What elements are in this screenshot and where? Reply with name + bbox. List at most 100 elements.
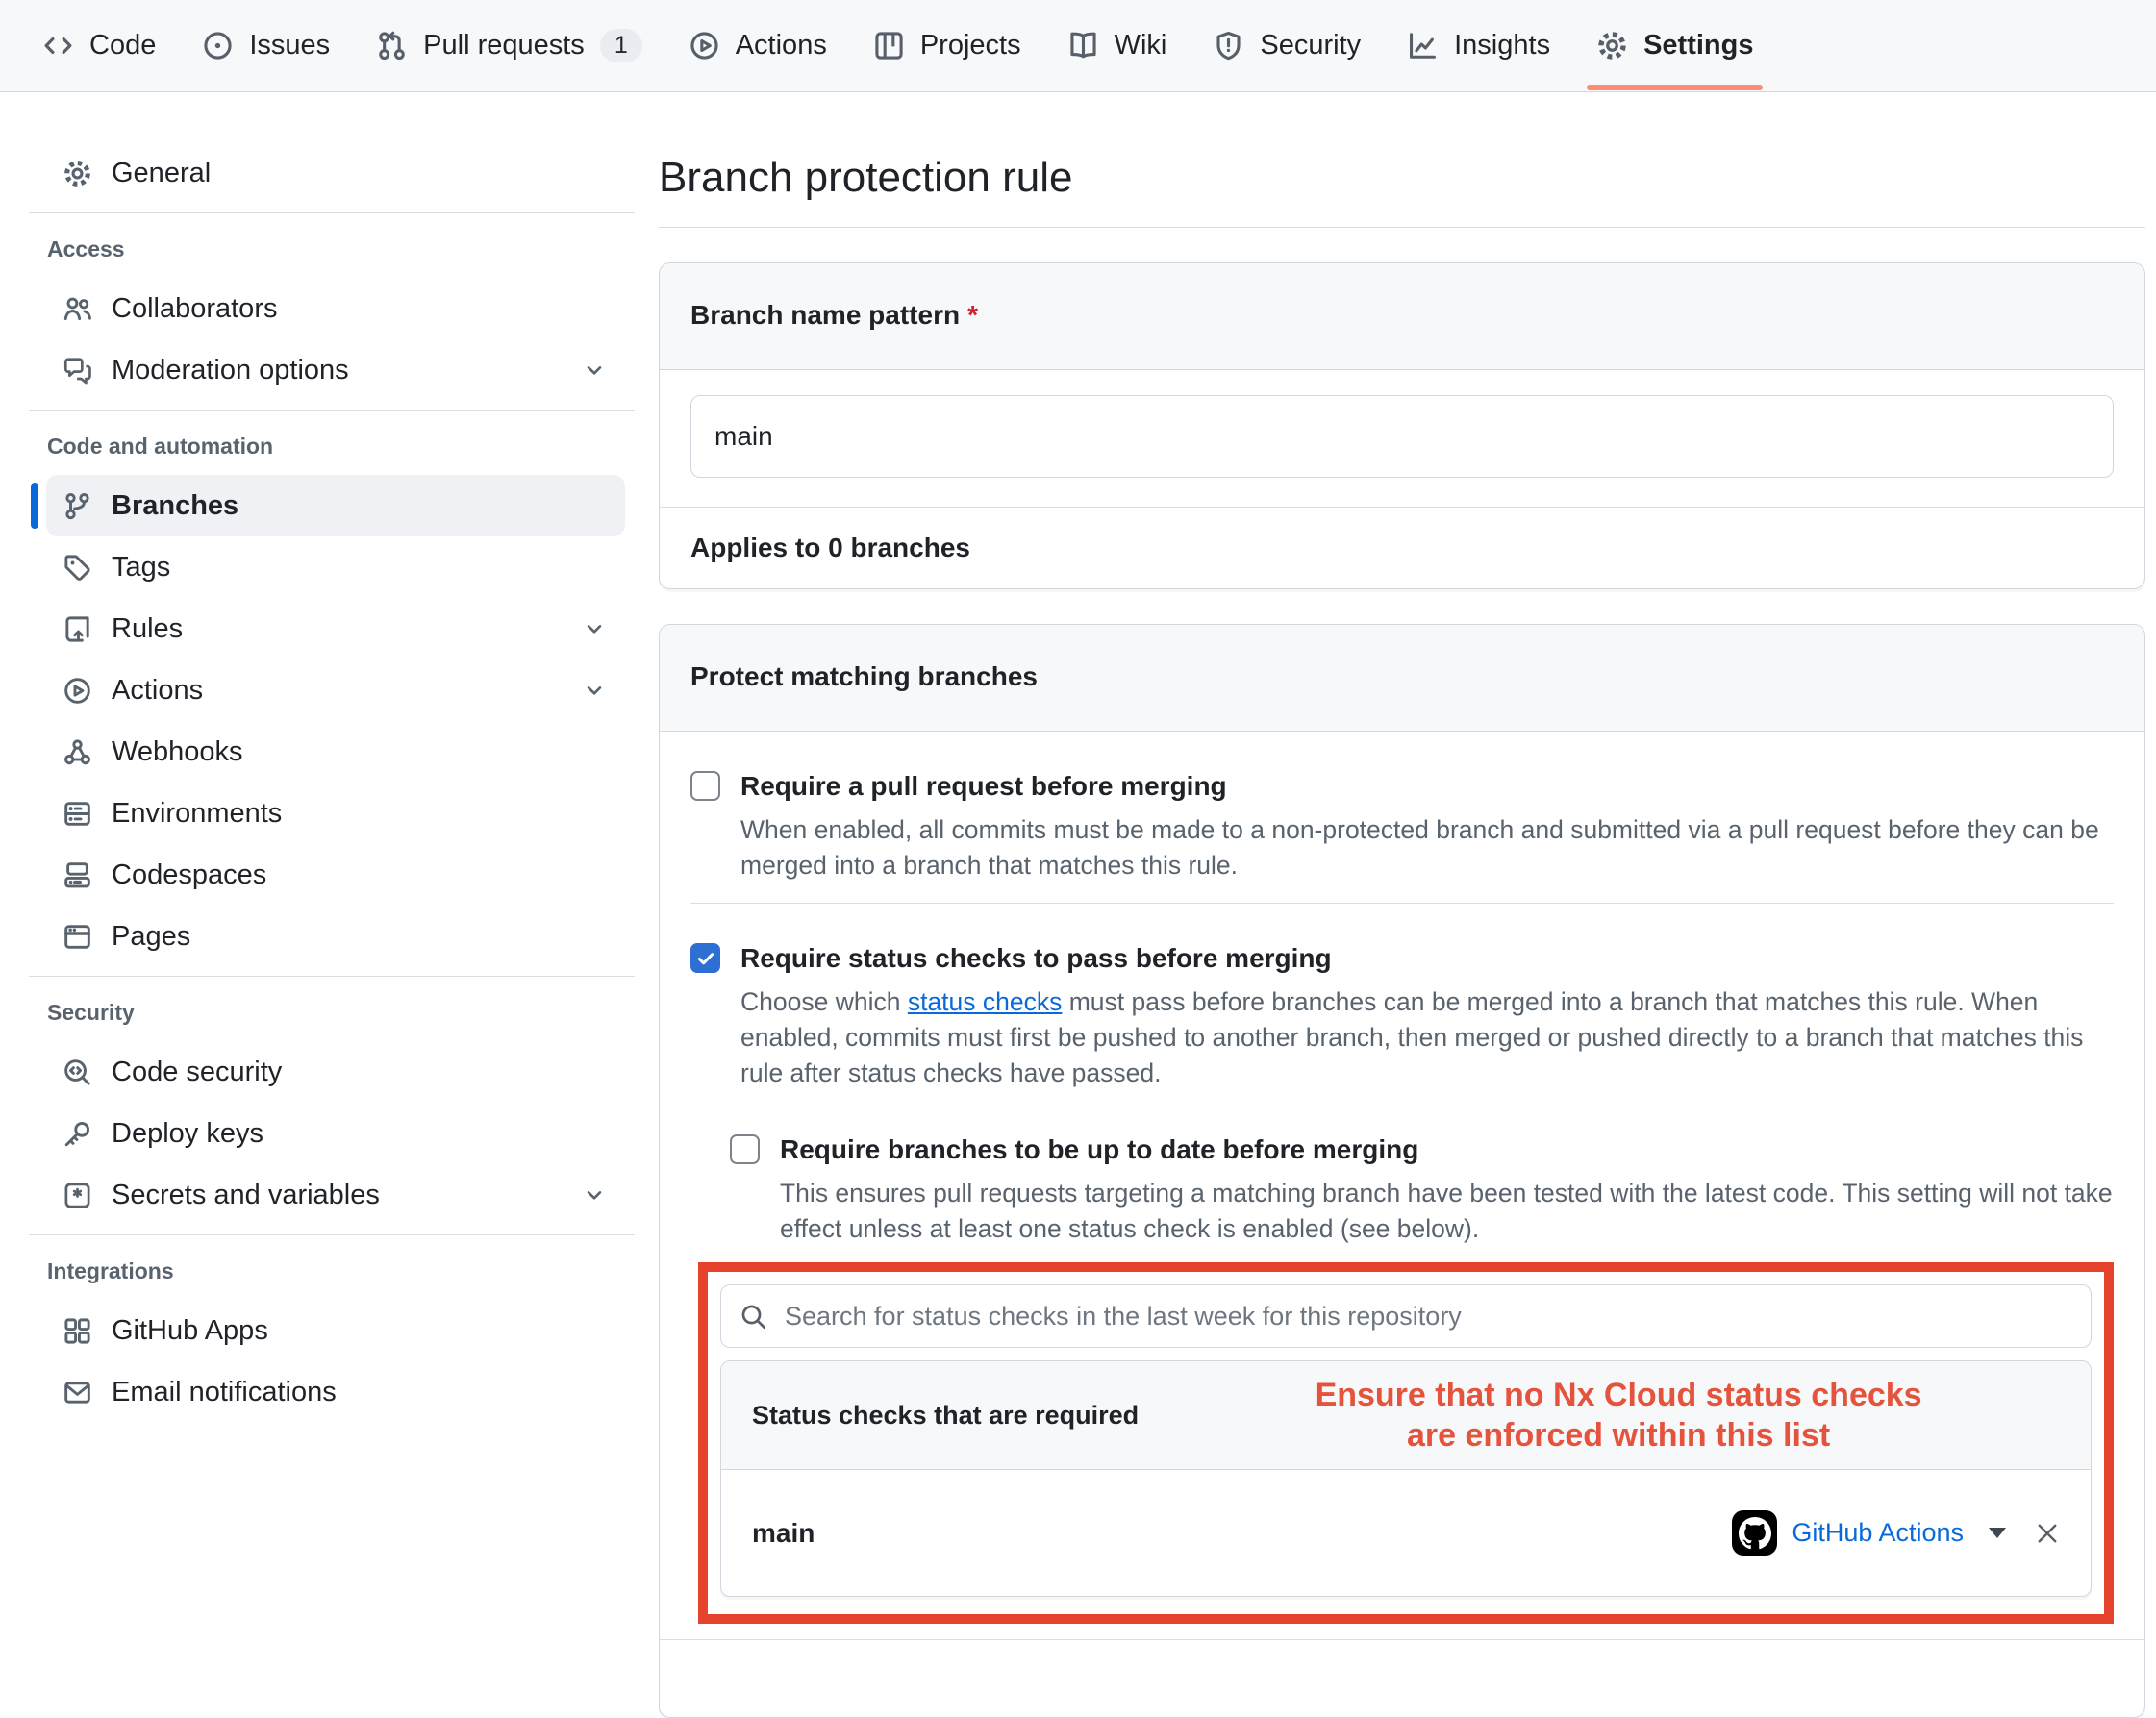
tab-pull-requests[interactable]: Pull requests 1 [353,0,665,91]
server-icon [63,799,92,829]
status-check-search-input[interactable] [720,1284,2092,1348]
github-mark-icon [1739,1517,1771,1550]
require-pr-checkbox[interactable] [690,771,720,801]
pull-requests-count-badge: 1 [600,29,642,62]
sidebar-item-pages[interactable]: Pages [46,906,625,967]
tab-label: Code [89,30,156,62]
sidebar-item-moderation-options[interactable]: Moderation options [46,339,625,401]
tab-label: Insights [1454,30,1550,62]
active-tab-underline [1587,85,1763,90]
require-status-checks-description: Choose which status checks must pass bef… [740,984,2114,1091]
require-up-to-date-description: This ensures pull requests targeting a m… [780,1176,2114,1247]
applies-to-branches-text: Applies to 0 branches [660,508,2144,588]
sidebar-item-secrets-and-variables[interactable]: Secrets and variables [46,1164,625,1226]
status-checks-link[interactable]: status checks [908,987,1063,1016]
require-status-checks-section: Require status checks to pass before mer… [690,903,2114,1717]
sidebar-heading-integrations: Integrations [47,1258,635,1284]
sidebar-item-codespaces[interactable]: Codespaces [46,844,625,906]
protect-card-body: Require a pull request before merging Wh… [660,732,2144,1717]
github-actions-avatar [1732,1510,1777,1556]
chevron-down-icon [583,617,606,640]
tab-settings[interactable]: Settings [1573,0,1776,91]
tab-issues[interactable]: Issues [179,0,353,91]
webhook-icon [63,737,92,767]
codespaces-icon [63,860,92,890]
rules-icon [63,614,92,644]
sidebar-item-rules[interactable]: Rules [46,598,625,660]
require-up-to-date-checkbox[interactable] [730,1134,760,1164]
tab-security[interactable]: Security [1190,0,1384,91]
branch-name-pattern-header: Branch name pattern* [660,263,2144,370]
sidebar-heading-access: Access [47,237,635,262]
sidebar-item-label: Codespaces [112,859,606,891]
tab-actions[interactable]: Actions [665,0,850,91]
status-checks-table-header: Status checks that are required Ensure t… [721,1361,2091,1470]
sidebar-item-environments[interactable]: Environments [46,783,625,844]
sidebar-item-email-notifications[interactable]: Email notifications [46,1361,625,1423]
sidebar-item-label: Secrets and variables [112,1180,564,1211]
branch-name-pattern-input[interactable] [690,395,2114,478]
pattern-input-area [660,370,2144,508]
remove-status-check-icon[interactable] [2033,1519,2062,1548]
required-asterisk: * [967,300,978,330]
tab-insights[interactable]: Insights [1384,0,1573,91]
require-pr-section: Require a pull request before merging Wh… [690,732,2114,903]
sidebar-item-webhooks[interactable]: Webhooks [46,721,625,783]
sidebar-item-label: Pages [112,921,606,953]
sidebar-item-tags[interactable]: Tags [46,536,625,598]
sidebar-item-deploy-keys[interactable]: Deploy keys [46,1103,625,1164]
require-status-checks-label: Require status checks to pass before mer… [740,940,1332,976]
tab-projects[interactable]: Projects [850,0,1044,91]
chevron-down-icon [583,679,606,702]
graph-icon [1407,30,1439,62]
tab-wiki[interactable]: Wiki [1044,0,1191,91]
nx-cloud-annotation: Ensure that no Nx Cloud status checks ar… [1139,1375,2060,1456]
issue-opened-icon [202,30,234,62]
divider [659,227,2145,228]
play-icon [689,30,720,62]
shield-icon [1213,30,1244,62]
sidebar-item-label: Branches [112,490,606,522]
divider [29,976,635,977]
key-icon [63,1119,92,1149]
divider [29,410,635,411]
branch-name-pattern-card: Branch name pattern* Applies to 0 branch… [659,262,2145,589]
apps-grid-icon [63,1316,92,1346]
status-check-name: main [752,1518,815,1549]
github-actions-link[interactable]: GitHub Actions [1792,1518,1964,1548]
sidebar-item-code-security[interactable]: Code security [46,1041,625,1103]
sidebar-item-label: Code security [112,1057,606,1088]
sidebar-item-label: Collaborators [112,293,606,325]
sidebar-item-collaborators[interactable]: Collaborators [46,278,625,339]
project-table-icon [873,30,905,62]
divider [29,212,635,213]
sidebar-item-label: Deploy keys [112,1118,606,1150]
tab-code[interactable]: Code [19,0,179,91]
protect-matching-branches-card: Protect matching branches Require a pull… [659,624,2145,1718]
sidebar-item-general[interactable]: General [46,142,625,204]
browser-icon [63,922,92,952]
play-icon [63,676,92,706]
status-check-row: main GitHub Actions [721,1470,2091,1596]
require-pr-label: Require a pull request before merging [740,768,1227,804]
sidebar-heading-code-automation: Code and automation [47,434,635,460]
codescan-icon [63,1058,92,1087]
require-up-to-date-subsection: Require branches to be up to date before… [730,1132,2114,1247]
mail-icon [63,1378,92,1407]
sidebar-item-label: Webhooks [112,736,606,768]
tab-label: Issues [249,30,330,62]
branch-name-pattern-label: Branch name pattern [690,300,960,330]
require-status-checks-checkbox[interactable] [690,943,720,973]
active-item-accent-bar [31,483,38,529]
sidebar-item-actions[interactable]: Actions [46,660,625,721]
caret-down-icon[interactable] [1989,1528,2006,1538]
branch-protection-main: Branch protection rule Branch name patte… [659,92,2145,1718]
git-branch-icon [63,491,92,521]
sidebar-item-branches[interactable]: Branches [46,475,625,536]
sidebar-item-github-apps[interactable]: GitHub Apps [46,1300,625,1361]
code-icon [42,30,74,62]
tab-label: Settings [1643,30,1753,62]
book-icon [1067,30,1099,62]
required-status-checks-table: Status checks that are required Ensure t… [720,1360,2092,1597]
sidebar-item-label: Actions [112,675,564,707]
